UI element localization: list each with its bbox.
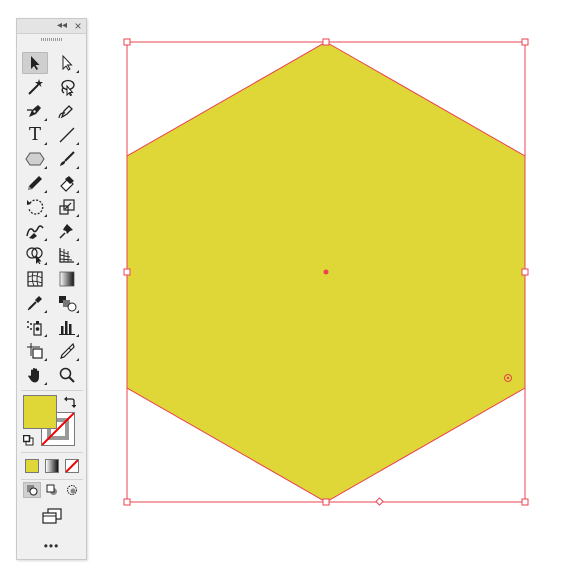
slice-tool[interactable] xyxy=(54,340,80,362)
warp-icon xyxy=(26,225,44,239)
paintbrush-tool[interactable] xyxy=(54,148,80,170)
curvature-pen-icon xyxy=(58,105,73,119)
draw-normal-icon xyxy=(27,485,38,496)
bbox-handle-bottom-right[interactable] xyxy=(521,498,529,506)
type-tool[interactable]: T xyxy=(22,124,48,146)
hand-icon xyxy=(28,368,39,383)
close-icon[interactable]: × xyxy=(71,19,85,33)
collapse-icon[interactable]: ◂◂ xyxy=(55,19,69,33)
pencil-icon xyxy=(28,176,42,190)
shape-builder-tool[interactable] xyxy=(22,244,48,266)
magic-wand-tool[interactable] xyxy=(22,76,48,98)
draw-behind-button[interactable] xyxy=(43,482,61,498)
draw-inside-button[interactable] xyxy=(63,482,81,498)
symbol-sprayer-tool[interactable] xyxy=(22,316,48,338)
blend-icon xyxy=(59,296,77,312)
paintbrush-icon xyxy=(60,151,75,166)
puppet-warp-tool[interactable] xyxy=(54,220,80,242)
perspective-grid-tool[interactable] xyxy=(54,244,80,266)
separator xyxy=(21,390,83,391)
scale-tool[interactable] xyxy=(54,196,80,218)
panel-titlebar[interactable]: ◂◂ × xyxy=(17,19,86,34)
bbox-handle-top-center[interactable] xyxy=(322,38,330,46)
line-segment-icon xyxy=(59,127,75,143)
pushpin-icon xyxy=(59,224,73,239)
polygon-icon xyxy=(25,152,45,166)
none-mode-button[interactable] xyxy=(65,459,79,473)
lasso-tool[interactable] xyxy=(54,76,80,98)
slice-knife-icon xyxy=(60,342,75,359)
more-tools-button[interactable]: ••• xyxy=(17,539,86,553)
screen-mode-icon[interactable] xyxy=(41,508,63,524)
center-point xyxy=(323,269,329,275)
artboard-tool[interactable] xyxy=(22,340,48,362)
column-graph-icon xyxy=(59,321,75,335)
lasso-icon xyxy=(61,79,75,96)
symbol-sprayer-icon xyxy=(27,321,42,336)
selection-arrow-icon xyxy=(31,56,40,70)
shape-builder-icon xyxy=(26,247,43,264)
hand-tool[interactable] xyxy=(22,364,48,386)
selection-tool[interactable] xyxy=(22,52,48,74)
separator xyxy=(21,452,83,453)
curvature-tool[interactable] xyxy=(54,100,80,122)
eraser-icon xyxy=(60,176,74,192)
line-segment-tool[interactable] xyxy=(54,124,80,146)
separator xyxy=(21,479,83,480)
pencil-tool[interactable] xyxy=(22,172,48,194)
magic-wand-icon xyxy=(28,79,43,95)
draw-normal-button[interactable] xyxy=(23,482,41,498)
gradient-mode-button[interactable] xyxy=(45,459,59,473)
scale-icon xyxy=(59,199,75,215)
default-colors-icon[interactable] xyxy=(23,435,34,446)
bbox-handle-middle-right[interactable] xyxy=(521,268,529,276)
perspective-grid-icon xyxy=(59,248,74,263)
rotate-tool[interactable] xyxy=(22,196,48,218)
eyedropper-icon xyxy=(27,296,42,311)
gradient-icon xyxy=(59,271,75,287)
mesh-icon xyxy=(27,271,43,287)
eraser-tool[interactable] xyxy=(54,172,80,194)
panel-grip[interactable] xyxy=(41,38,63,41)
swap-arrows-icon[interactable] xyxy=(64,396,76,408)
blend-tool[interactable] xyxy=(54,292,80,314)
rotate-icon xyxy=(27,199,44,215)
bbox-handle-bottom-center[interactable] xyxy=(322,498,330,506)
polygon-tool[interactable] xyxy=(22,148,48,170)
draw-behind-icon xyxy=(46,484,57,495)
zoom-tool[interactable] xyxy=(54,364,80,386)
warp-tool[interactable] xyxy=(22,220,48,242)
fill-swatch[interactable] xyxy=(23,395,57,429)
mesh-tool[interactable] xyxy=(22,268,48,290)
color-mode-button[interactable] xyxy=(25,459,39,473)
tools-panel: ◂◂ × T ••• xyxy=(16,18,87,560)
draw-inside-icon xyxy=(67,485,77,495)
pen-tool[interactable] xyxy=(22,100,48,122)
artboard-icon xyxy=(27,343,43,359)
bbox-handle-bottom-left[interactable] xyxy=(123,498,131,506)
bbox-handle-top-right[interactable] xyxy=(521,38,529,46)
gradient-tool[interactable] xyxy=(54,268,80,290)
type-t-icon: T xyxy=(28,124,41,145)
direct-selection-tool[interactable] xyxy=(54,52,80,74)
bbox-handle-middle-left[interactable] xyxy=(123,268,131,276)
pen-nib-icon xyxy=(27,105,41,117)
magnifier-icon xyxy=(59,367,75,383)
direct-selection-icon xyxy=(62,55,73,71)
bbox-handle-top-left[interactable] xyxy=(123,38,131,46)
none-icon xyxy=(66,460,78,472)
eyedropper-tool[interactable] xyxy=(22,292,48,314)
polygon-sides-diamond[interactable] xyxy=(375,497,384,506)
column-graph-tool[interactable] xyxy=(54,316,80,338)
